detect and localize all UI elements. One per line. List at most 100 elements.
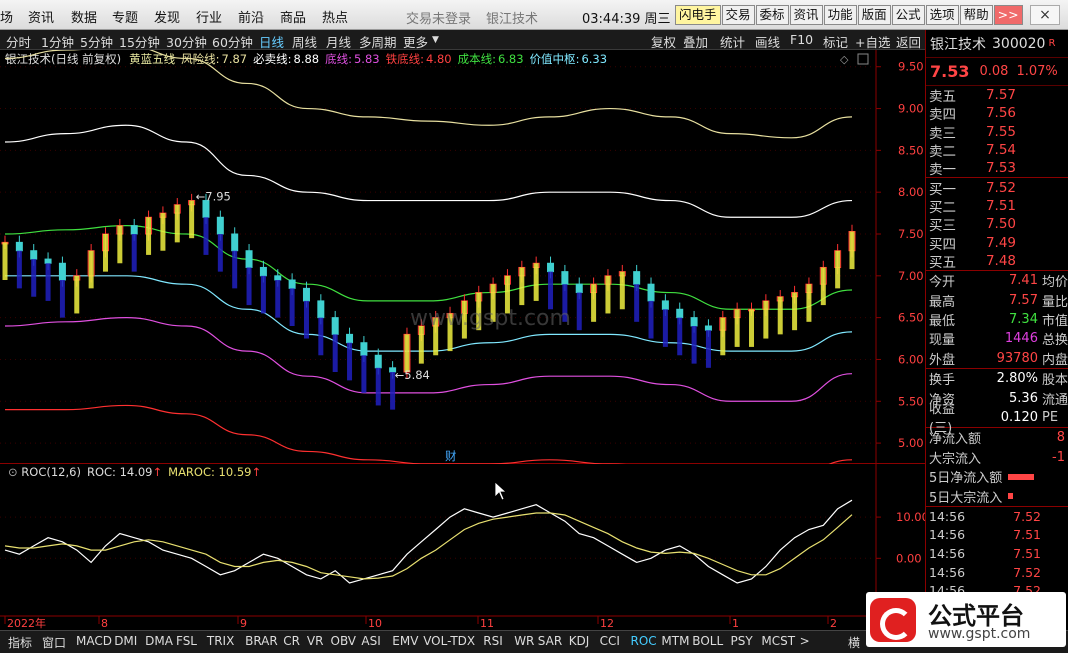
sell-price: 7.53	[985, 160, 1016, 177]
top-button-4[interactable]: 功能	[823, 5, 857, 25]
stat-row: 收益(三) 0.120 PE	[926, 402, 1068, 436]
indicator-tab-5[interactable]: FSL	[176, 634, 197, 648]
period-tab-0[interactable]: 分时	[6, 32, 31, 51]
top-button-7[interactable]: 选项	[925, 5, 959, 25]
menu-item-0[interactable]: 场	[0, 7, 13, 26]
indicator-tab-4[interactable]: DMA	[145, 634, 173, 648]
indicator-tab-17[interactable]: KDJ	[569, 634, 590, 648]
stat-row: 外盘 93780 内盘	[926, 349, 1068, 368]
order-book-buy[interactable]: 买二 7.51	[926, 197, 1068, 216]
period-tab-7[interactable]: 周线	[292, 32, 317, 51]
period-tab-8[interactable]: 月线	[326, 32, 351, 51]
band-bar	[289, 288, 295, 326]
order-book-buy[interactable]: 买五 7.48	[926, 252, 1068, 271]
indicator-tab-20[interactable]: MTM	[661, 634, 689, 648]
indicator-tab-19[interactable]: ROC	[631, 634, 657, 648]
toolbar-button-6[interactable]: +自选	[855, 32, 890, 51]
stock-header[interactable]: 银江技术 300020 R	[926, 30, 1068, 58]
order-book-buy[interactable]: 买三 7.50	[926, 215, 1068, 234]
menu-item-6[interactable]: 前沿	[238, 7, 264, 26]
roc-indicator-chart[interactable]: ⊙ ROC(12,6) ROC: 14.09↑ MAROC: 10.59↑10.0 0…	[0, 464, 925, 630]
toolbar-button-7[interactable]: 返回	[896, 32, 921, 51]
order-book-sell[interactable]: 卖一 7.53	[926, 159, 1068, 178]
order-book-buy[interactable]: 买一 7.52	[926, 178, 1068, 198]
candle-body	[690, 317, 698, 327]
menu-item-3[interactable]: 专题	[112, 7, 138, 26]
menu-item-1[interactable]: 资讯	[28, 7, 54, 26]
indicator-tab-8[interactable]: CR	[283, 634, 300, 648]
period-tab-4[interactable]: 30分钟	[166, 32, 207, 51]
indicator-tab-9[interactable]: VR	[307, 634, 324, 648]
close-icon[interactable]: ×	[1030, 5, 1060, 25]
settings-icon[interactable]: ⊙	[8, 465, 21, 479]
menu-item-4[interactable]: 发现	[154, 7, 180, 26]
period-tab-9[interactable]: 多周期	[359, 32, 397, 51]
indicator-tab-22[interactable]: PSY	[731, 634, 753, 648]
toolbar-button-1[interactable]: 叠加	[683, 32, 708, 51]
indicator-tab-7[interactable]: BRAR	[245, 634, 278, 648]
menu-item-5[interactable]: 行业	[196, 7, 222, 26]
period-tab-10[interactable]: 更多	[403, 32, 428, 51]
login-status[interactable]: 交易未登录	[406, 8, 471, 27]
period-tab-6[interactable]: 日线	[259, 32, 284, 51]
toolbar-button-2[interactable]: 统计	[720, 32, 745, 51]
top-button-3[interactable]: 资讯	[789, 5, 823, 25]
indicator-tab-16[interactable]: SAR	[538, 634, 562, 648]
toolbar-button-0[interactable]: 复权	[651, 32, 676, 51]
horizontal-toggle[interactable]: 横	[848, 634, 860, 651]
tick-price: 7.51	[1013, 546, 1041, 562]
finance-marker[interactable]: 财	[445, 449, 457, 463]
period-tab-5[interactable]: 60分钟	[212, 32, 253, 51]
top-button-5[interactable]: 版面	[857, 5, 891, 25]
order-book-sell[interactable]: 卖五 7.57	[926, 86, 1068, 105]
candle-body	[302, 287, 310, 302]
top-button-6[interactable]: 公式	[891, 5, 925, 25]
indicator-tab-21[interactable]: BOLL	[692, 634, 723, 648]
toolbar-button-5[interactable]: 标记	[823, 32, 848, 51]
indicator-tab-13[interactable]: VOL-TDX	[423, 634, 475, 648]
more-dropdown-icon[interactable]: ▼	[432, 35, 439, 45]
clock: 03:44:39 周三	[582, 8, 671, 27]
indicator-tab-1[interactable]: 窗口	[42, 634, 66, 651]
price-change: 0.08	[979, 64, 1009, 79]
indicator-tab-14[interactable]: RSI	[483, 634, 503, 648]
period-tab-2[interactable]: 5分钟	[80, 32, 113, 51]
candle-body	[547, 262, 555, 273]
tick-time: 14:56	[929, 508, 966, 524]
top-button-0[interactable]: 闪电手	[675, 5, 721, 25]
indicator-tab-24[interactable]: >	[800, 634, 810, 648]
stat-value: 7.34	[1009, 311, 1038, 327]
period-tab-3[interactable]: 15分钟	[119, 32, 160, 51]
indicator-tab-6[interactable]: TRIX	[207, 634, 234, 648]
indicator-tab-3[interactable]: DMI	[114, 634, 137, 648]
menu-item-7[interactable]: 商品	[280, 7, 306, 26]
indicator-tab-18[interactable]: CCI	[600, 634, 620, 648]
tick-time: 14:56	[929, 546, 966, 562]
top-button-1[interactable]: 交易	[721, 5, 755, 25]
candle-body	[58, 262, 66, 281]
indicator-tab-10[interactable]: OBV	[331, 634, 357, 648]
stat-value: 1446	[1004, 331, 1038, 347]
main-price-chart[interactable]: 银江技术(日线 前复权) 黄蓝五线 风险线: 7.87 必卖线: 8.88 底线: 5.83 铁…	[0, 50, 925, 464]
period-tab-1[interactable]: 1分钟	[41, 32, 74, 51]
menu-item-2[interactable]: 数据	[71, 7, 97, 26]
menu-item-8[interactable]: 热点	[322, 7, 348, 26]
indicator-tab-0[interactable]: 指标	[8, 634, 32, 651]
toolbar-button-3[interactable]: 画线	[755, 32, 780, 51]
toolbar-button-4[interactable]: F10	[790, 32, 813, 47]
indicator-tab-23[interactable]: MCST	[761, 634, 795, 648]
order-book-sell[interactable]: 卖三 7.55	[926, 123, 1068, 142]
order-book-sell[interactable]: 卖四 7.56	[926, 104, 1068, 123]
stat-extra-label: 总换	[1041, 333, 1068, 349]
more-button[interactable]: >>	[993, 5, 1023, 25]
indicator-tab-15[interactable]: WR	[514, 634, 534, 648]
indicator-tab-2[interactable]: MACD	[76, 634, 112, 648]
candle-body	[331, 317, 339, 335]
diamond-icon[interactable]: ◇	[840, 53, 849, 66]
top-button-2[interactable]: 委标	[755, 5, 789, 25]
top-button-8[interactable]: 帮助	[959, 5, 993, 25]
indicator-tab-11[interactable]: ASI	[361, 634, 380, 648]
order-book-sell[interactable]: 卖二 7.54	[926, 141, 1068, 160]
indicator-tab-12[interactable]: EMV	[392, 634, 418, 648]
order-book-buy[interactable]: 买四 7.49	[926, 233, 1068, 253]
